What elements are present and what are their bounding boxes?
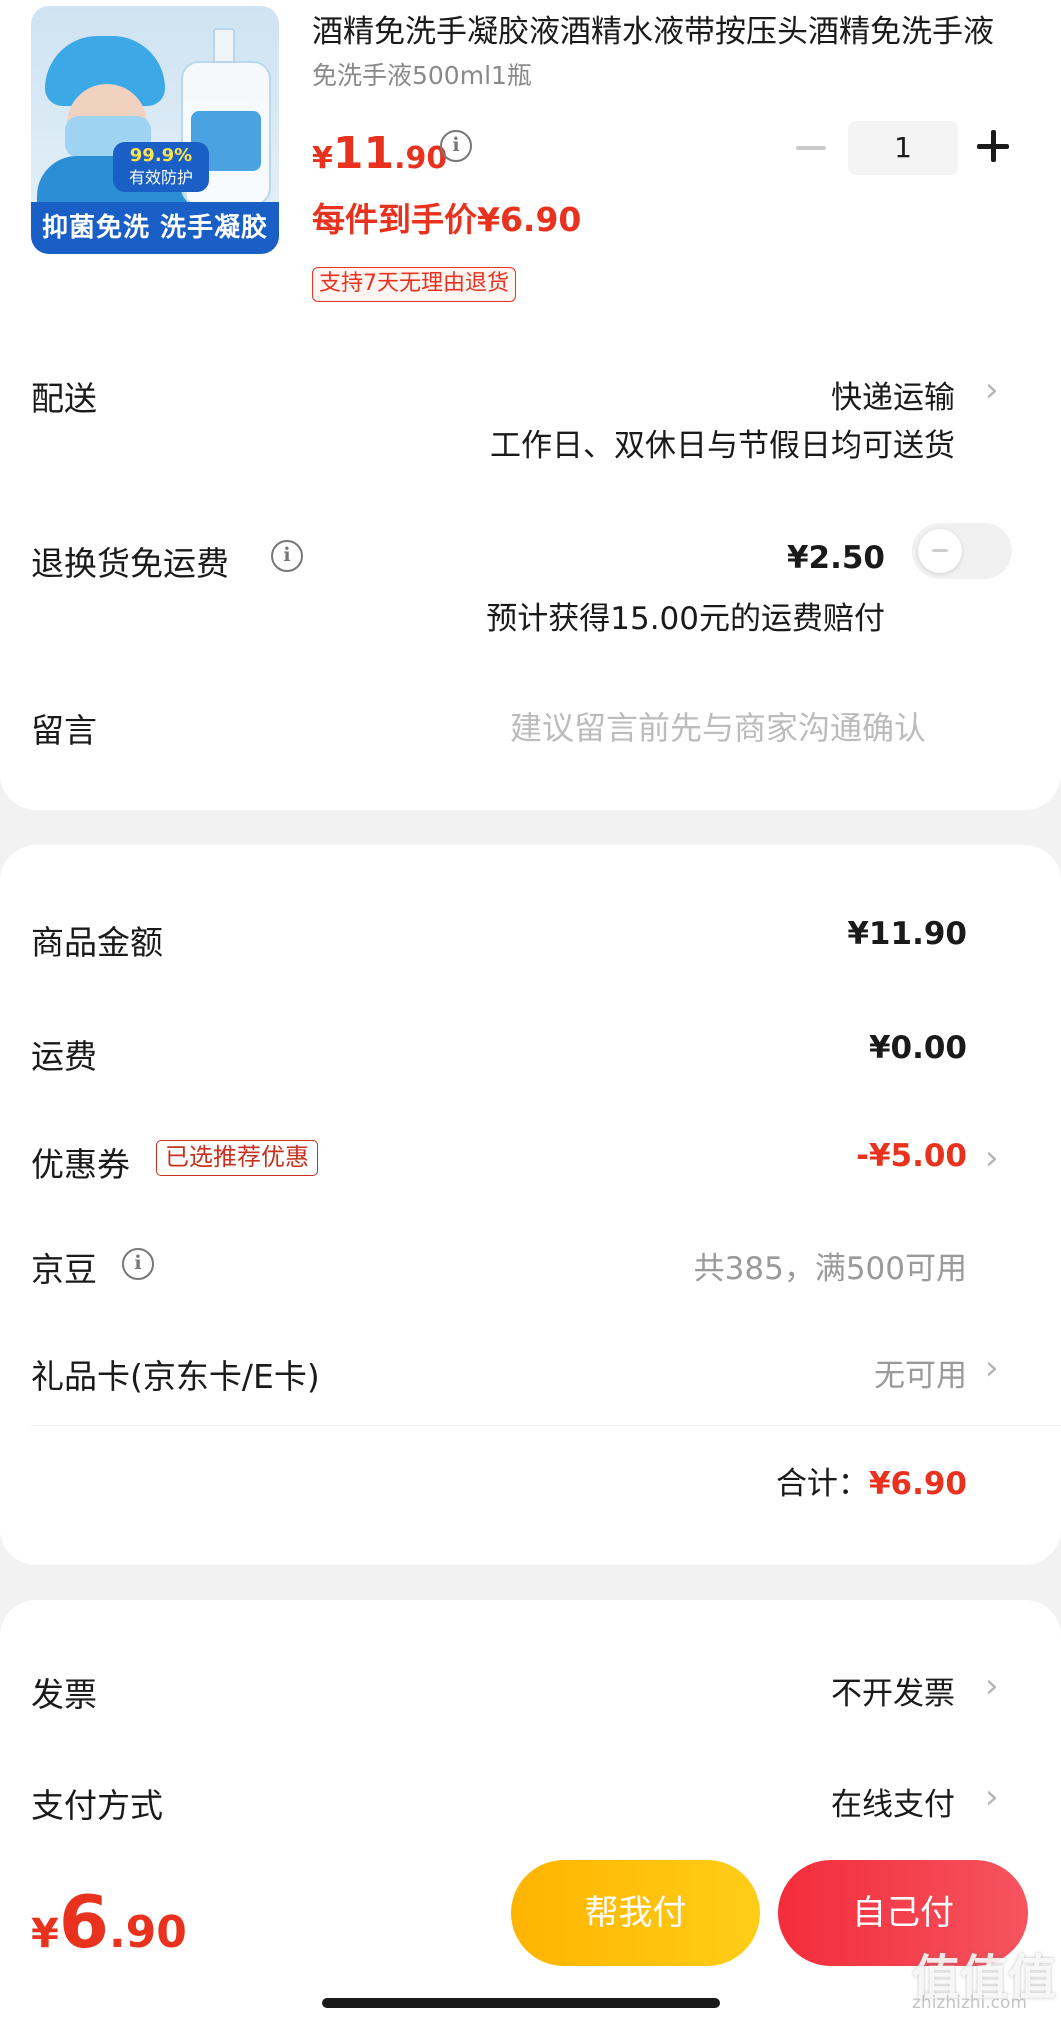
quantity-input[interactable]: 1 [848, 121, 958, 175]
beans-info-icon[interactable]: i [122, 1248, 154, 1280]
total-value: ¥6.90 [868, 1466, 967, 1502]
return-shipping-price: ¥2.50 [786, 540, 885, 576]
price-currency: ¥ [312, 141, 333, 176]
giftcard-chevron-icon[interactable]: › [985, 1348, 999, 1388]
invoice-value[interactable]: 不开发票 [831, 1668, 955, 1713]
giftcard-label: 礼品卡(京东卡/E卡) [31, 1357, 320, 1396]
freight-value: ¥0.00 [868, 1030, 967, 1066]
total-label: 合计： [775, 1466, 869, 1502]
image-promo: 99.9% 有效防护 [113, 142, 209, 192]
image-promo-pct: 99.9% [129, 145, 193, 166]
return-shipping-note: 预计获得15.00元的运费赔付 [486, 601, 885, 637]
watermark-url: zhizhizhi.com [912, 1993, 1027, 2013]
invoice-label: 发票 [31, 1675, 97, 1714]
return-policy-tag: 支持7天无理由退货 [312, 267, 516, 302]
product-spec[interactable]: 免洗手液500ml1瓶 [312, 56, 532, 92]
payment-label: 支付方式 [31, 1786, 163, 1825]
total-integer: 6 [58, 1880, 109, 1964]
invoice-chevron-icon[interactable]: › [985, 1666, 999, 1706]
return-shipping-label: 退换货免运费 [31, 544, 229, 583]
coupon-badge: 已选推荐优惠 [156, 1140, 318, 1176]
freight-label: 运费 [31, 1037, 97, 1076]
delivery-chevron-icon[interactable]: › [985, 370, 999, 410]
product-image[interactable]: 99.9% 有效防护 抑菌免洗 洗手凝胶 [31, 6, 279, 254]
return-shipping-info-icon[interactable]: i [271, 540, 303, 572]
coupon-value[interactable]: -¥5.00 [856, 1138, 967, 1174]
goods-amount-value: ¥11.90 [847, 916, 967, 952]
return-shipping-toggle[interactable] [912, 523, 1012, 579]
home-indicator[interactable] [322, 1998, 720, 2008]
total-decimal: .90 [108, 1907, 187, 1958]
summary-total: 合计：¥6.90 [776, 1458, 967, 1503]
product-title[interactable]: 酒精免洗手凝胶液酒精水液带按压头酒精免洗手液 [312, 6, 1012, 51]
coupon-chevron-icon[interactable]: › [985, 1138, 999, 1178]
beans-value: 共385，满500可用 [693, 1251, 967, 1287]
coupon-label: 优惠券 [31, 1145, 130, 1184]
toggle-knob [918, 529, 962, 573]
payment-value[interactable]: 在线支付 [831, 1779, 955, 1824]
net-price: 每件到手价¥6.90 [312, 200, 582, 239]
summary-divider [31, 1425, 1061, 1426]
pump-shape [213, 28, 235, 64]
plus-icon[interactable] [977, 130, 1009, 162]
total-currency: ¥ [31, 1911, 59, 1957]
price-info-icon[interactable]: i [440, 130, 472, 162]
minus-icon[interactable] [796, 146, 826, 150]
giftcard-value[interactable]: 无可用 [874, 1350, 967, 1395]
payment-chevron-icon[interactable]: › [985, 1777, 999, 1817]
delivery-note: 工作日、双休日与节假日均可送货 [490, 428, 955, 464]
delivery-method[interactable]: 快递运输 [831, 372, 955, 417]
help-pay-button[interactable]: 帮我付 [511, 1860, 760, 1966]
checkout-total: ¥6.90 [31, 1880, 187, 1964]
goods-amount-label: 商品金额 [31, 923, 163, 962]
image-promo-text: 有效防护 [128, 168, 193, 187]
image-banner: 抑菌免洗 洗手凝胶 [31, 202, 279, 254]
message-label: 留言 [31, 711, 97, 750]
price-integer: 11 [332, 128, 395, 179]
delivery-label: 配送 [31, 379, 97, 418]
message-input[interactable]: 建议留言前先与商家沟通确认 [510, 703, 926, 749]
beans-label: 京豆 [31, 1250, 97, 1289]
product-price: ¥11.90 [312, 128, 447, 179]
